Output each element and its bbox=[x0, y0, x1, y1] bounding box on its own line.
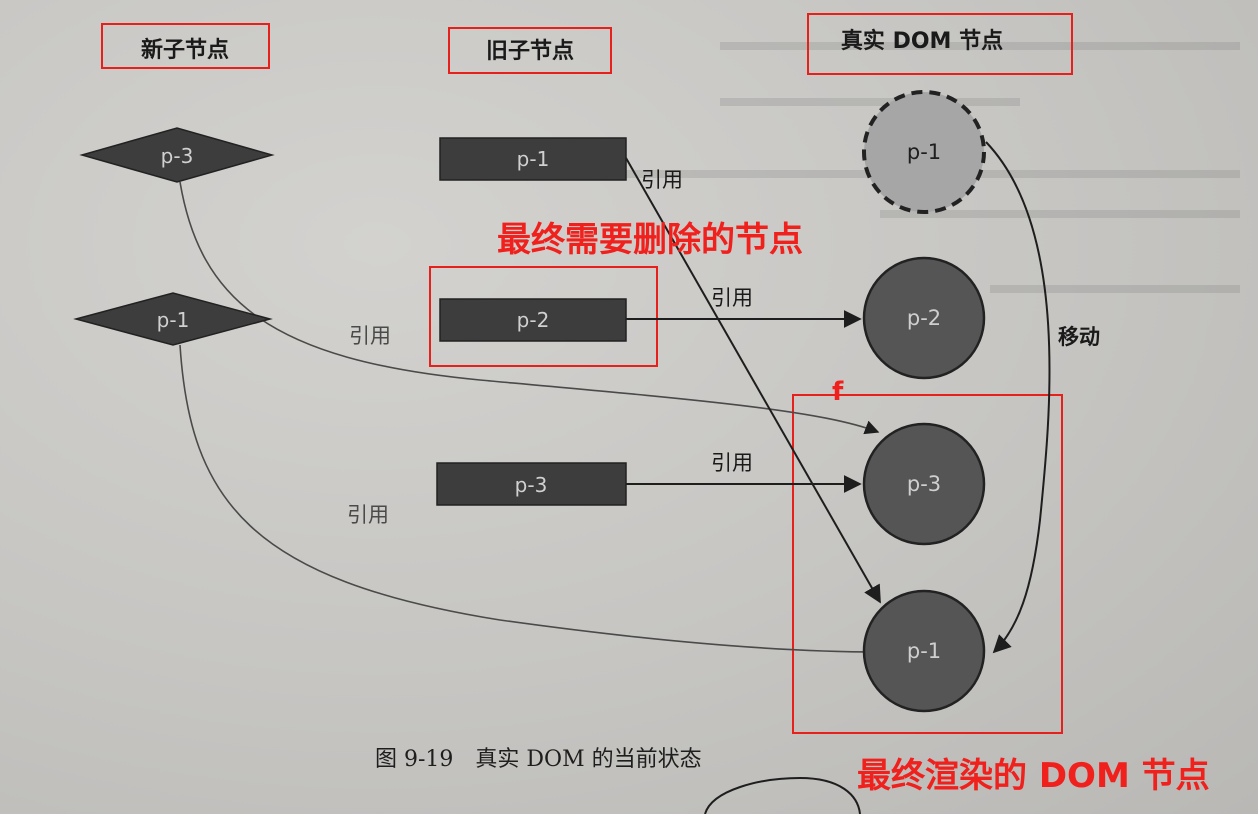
real-dom-p2: p-2 bbox=[862, 256, 986, 380]
old-child-p3-label: p-3 bbox=[515, 473, 548, 497]
edges bbox=[179, 141, 1051, 660]
header-old-children: 旧子节点 bbox=[448, 27, 612, 74]
old-child-p3: p-3 bbox=[436, 462, 627, 506]
edge-label-new-p1: 引用 bbox=[347, 503, 389, 527]
next-figure-partial-shape bbox=[704, 776, 861, 814]
annotation-to-delete: 最终需要删除的节点 bbox=[497, 220, 803, 260]
real-dom-removed-p1: p-1 bbox=[862, 90, 986, 214]
old-child-p1: p-1 bbox=[439, 137, 627, 181]
old-child-p1-label: p-1 bbox=[517, 147, 550, 171]
real-dom-p3: p-3 bbox=[862, 422, 986, 546]
real-dom-removed-p1-label: p-1 bbox=[907, 140, 941, 164]
real-dom-p2-label: p-2 bbox=[907, 306, 941, 330]
header-new-children-label: 新子节点 bbox=[141, 37, 229, 63]
old-child-p2-label: p-2 bbox=[517, 308, 550, 332]
new-child-p1: p-1 bbox=[73, 292, 273, 346]
new-child-p3-label: p-3 bbox=[161, 144, 194, 168]
new-child-p3: p-3 bbox=[79, 127, 275, 183]
edge-label-old-p3: 引用 bbox=[711, 451, 753, 475]
annotation-rendered: 最终渲染的 DOM 节点 bbox=[857, 756, 1210, 796]
header-new-children: 新子节点 bbox=[101, 23, 270, 69]
edge-label-old-p2: 引用 bbox=[711, 286, 753, 310]
diagram-canvas: 新子节点 旧子节点 真实 DOM 节点 引用 引用 引用 引用 引用 移动 p-… bbox=[73, 13, 1240, 814]
annotation-f-mark: f bbox=[832, 377, 844, 407]
new-child-p1-label: p-1 bbox=[157, 308, 190, 332]
figure-caption: 图 9-19 真实 DOM 的当前状态 bbox=[375, 747, 702, 772]
edge-label-new-p3: 引用 bbox=[349, 324, 391, 348]
edge-label-old-p1: 引用 bbox=[641, 168, 683, 192]
diagram-stage: 新子节点 旧子节点 真实 DOM 节点 引用 引用 引用 引用 引用 移动 p-… bbox=[0, 0, 1258, 814]
real-dom-p1-label: p-1 bbox=[907, 639, 941, 663]
header-real-dom-label: 真实 DOM 节点 bbox=[841, 28, 1003, 54]
real-dom-p3-label: p-3 bbox=[907, 472, 941, 496]
real-dom-p1: p-1 bbox=[862, 589, 986, 713]
old-child-p2: p-2 bbox=[439, 298, 627, 342]
edge-move-p1 bbox=[985, 141, 1051, 654]
edge-label-move: 移动 bbox=[1058, 325, 1100, 349]
header-old-children-label: 旧子节点 bbox=[486, 38, 574, 64]
